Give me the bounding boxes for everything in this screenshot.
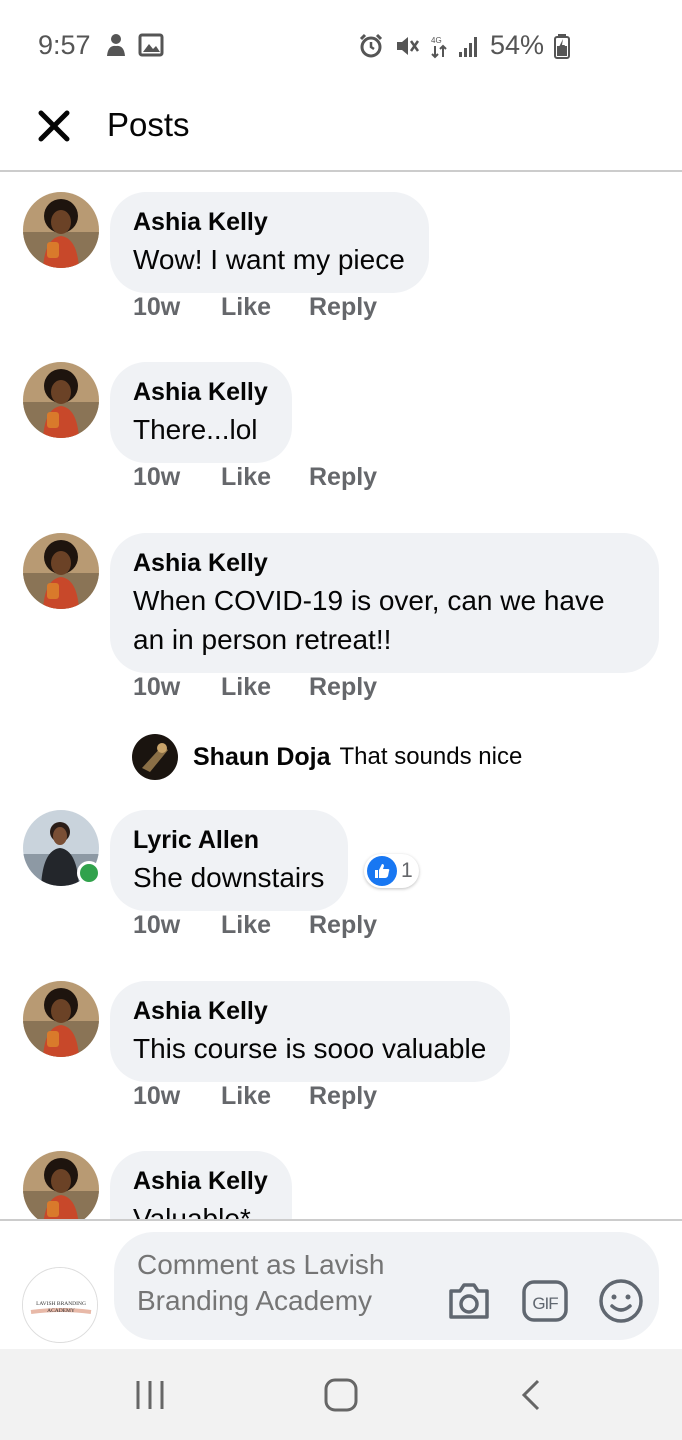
like-button[interactable]: Like <box>221 673 309 702</box>
home-icon[interactable] <box>321 1377 361 1413</box>
back-icon[interactable] <box>512 1377 552 1413</box>
comment-time[interactable]: 10w <box>133 293 221 322</box>
signal-icon <box>458 36 477 57</box>
camera-icon[interactable] <box>445 1277 493 1325</box>
reaction-summary[interactable]: 1 <box>364 854 419 888</box>
comment-actions: 10w Like Reply <box>133 911 377 940</box>
recent-apps-icon[interactable] <box>130 1377 170 1413</box>
like-button[interactable]: Like <box>221 1082 309 1111</box>
comment-time[interactable]: 10w <box>133 1082 221 1111</box>
like-button[interactable]: Like <box>221 293 309 322</box>
mute-icon <box>396 36 419 55</box>
comment-actions: 10w Like Reply <box>133 463 377 492</box>
comment-list[interactable]: Ashia Kelly Wow! I want my piece 10w Lik… <box>0 172 682 1219</box>
comment-author[interactable]: Lyric Allen <box>133 822 324 858</box>
battery-icon <box>554 33 570 59</box>
comment-bubble[interactable]: Ashia Kelly This course is sooo valuable <box>110 981 511 1082</box>
avatar[interactable] <box>132 734 178 780</box>
comment-bubble[interactable]: Ashia Kelly When COVID-19 is over, can w… <box>110 533 659 673</box>
like-button[interactable]: Like <box>221 463 309 492</box>
status-time: 9:57 <box>38 30 91 60</box>
reaction-count: 1 <box>401 859 413 882</box>
comment-bubble[interactable]: Ashia Kelly Wow! I want my piece <box>110 192 429 293</box>
image-notification-icon <box>138 33 164 57</box>
lte-icon: 4G <box>431 36 447 58</box>
reply-button[interactable]: Reply <box>309 293 377 322</box>
page-title: Posts <box>107 106 190 143</box>
like-reaction-icon <box>367 856 397 886</box>
close-icon[interactable] <box>34 106 74 146</box>
comment-author[interactable]: Ashia Kelly <box>133 374 268 410</box>
system-nav-bar <box>0 1349 682 1440</box>
avatar[interactable] <box>23 533 99 609</box>
reply-text: That sounds nice <box>339 743 523 770</box>
comment-author[interactable]: Ashia Kelly <box>133 993 486 1029</box>
like-button[interactable]: Like <box>221 911 309 940</box>
comment-actions: 10w Like Reply <box>133 293 377 322</box>
comment-text: There...lol <box>133 414 258 445</box>
status-bar: 9:57 4G 54% <box>0 0 682 90</box>
comment-actions: 10w Like Reply <box>133 1082 377 1111</box>
alarm-icon <box>359 33 383 57</box>
reply-button[interactable]: Reply <box>309 911 377 940</box>
avatar[interactable] <box>23 192 99 268</box>
comment-input[interactable] <box>137 1247 427 1327</box>
reply-author[interactable]: Shaun Doja <box>193 743 331 772</box>
comment-author[interactable]: Ashia Kelly <box>133 1163 268 1199</box>
comment-time[interactable]: 10w <box>133 911 221 940</box>
avatar[interactable] <box>23 1151 99 1219</box>
comment-composer: LAVISH BRANDINGACADEMY GIF <box>0 1219 682 1349</box>
svg-text:GIF: GIF <box>532 1294 558 1313</box>
comment-text: When COVID-19 is over, can we have an in… <box>133 585 605 655</box>
comment-text: She downstairs <box>133 862 325 893</box>
person-notification-icon <box>107 34 125 56</box>
comment-input-box[interactable]: GIF <box>114 1232 659 1340</box>
comment-time[interactable]: 10w <box>133 463 221 492</box>
reply-button[interactable]: Reply <box>309 673 377 702</box>
emoji-icon[interactable] <box>597 1277 645 1325</box>
page-avatar-wordmark: LAVISH BRANDING <box>36 1301 86 1307</box>
app-header: Posts <box>0 90 682 172</box>
page-avatar[interactable]: LAVISH BRANDING ACADEMY <box>22 1267 98 1343</box>
comment-bubble[interactable]: Ashia Kelly Valuable* <box>110 1151 292 1219</box>
comment-time[interactable]: 10w <box>133 673 221 702</box>
comment-text: This course is sooo valuable <box>133 1033 487 1064</box>
svg-text:ACADEMY: ACADEMY <box>47 1308 75 1314</box>
comment-bubble[interactable]: Lyric Allen She downstairs <box>110 810 349 911</box>
comment-author[interactable]: Ashia Kelly <box>133 204 405 240</box>
comment-actions: 10w Like Reply <box>133 673 377 702</box>
comment-author[interactable]: Ashia Kelly <box>133 545 635 581</box>
reply-button[interactable]: Reply <box>309 463 377 492</box>
svg-text:4G: 4G <box>431 36 442 45</box>
online-status-indicator <box>77 861 101 885</box>
avatar[interactable] <box>23 981 99 1057</box>
comment-text: Valuable* <box>133 1203 251 1219</box>
gif-icon[interactable]: GIF <box>521 1277 569 1325</box>
comment-text: Wow! I want my piece <box>133 244 405 275</box>
reply-button[interactable]: Reply <box>309 1082 377 1111</box>
reply-preview[interactable]: Shaun Doja That sounds nice <box>132 734 522 780</box>
comment-bubble[interactable]: Ashia Kelly There...lol <box>110 362 292 463</box>
battery-percent: 54% <box>489 30 544 60</box>
avatar[interactable] <box>23 362 99 438</box>
